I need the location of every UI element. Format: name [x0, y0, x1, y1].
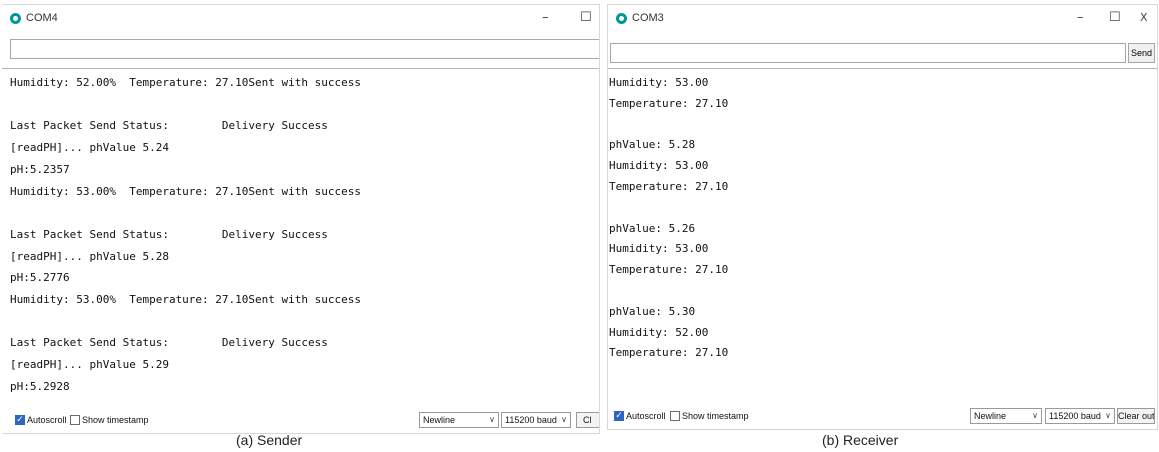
output-line: Humidity: 53.00 — [609, 242, 709, 256]
sender-line-ending-value: Newline — [423, 415, 456, 425]
output-line: phValue: 5.28 — [609, 138, 696, 152]
receiver-output-area: Humidity: 53.00 Temperature: 27.10 phValue… — [608, 68, 1157, 404]
receiver-serial-monitor-window: COM3 – ☐ X Send Humidity: 53.00 Temperatu… — [607, 4, 1158, 430]
minimize-icon[interactable]: – — [1077, 11, 1084, 25]
receiver-baud-select[interactable]: 115200 baud ∨ — [1045, 408, 1115, 424]
output-line: phValue: 5.30 — [609, 304, 696, 318]
receiver-autoscroll-checkbox[interactable]: ✓ — [614, 411, 624, 421]
sender-window-title: COM4 — [26, 12, 58, 24]
output-line: Temperature: 27.10 — [609, 263, 729, 277]
chevron-down-icon: ∨ — [489, 415, 495, 424]
output-line: Humidity: 53.00 — [609, 76, 709, 89]
maximize-icon[interactable]: ☐ — [1109, 11, 1121, 25]
sender-bottom-bar: ✓ Autoscroll Show timestamp Newline ∨ 11… — [2, 406, 599, 432]
output-line: Temperature: 27.10 — [609, 180, 729, 193]
output-line: Humidity: 52.00 — [609, 325, 709, 339]
output-line: pH:5.2357 — [10, 162, 70, 176]
receiver-line-ending-select[interactable]: Newline ∨ — [970, 408, 1042, 424]
output-line: [readPH]... phValue 5.28 — [10, 249, 169, 263]
sender-autoscroll-label: Autoscroll — [27, 415, 67, 425]
chevron-down-icon: ∨ — [561, 415, 567, 424]
output-line: Temperature: 27.10 — [609, 346, 729, 360]
output-line: Humidity: 53.00 — [609, 159, 709, 173]
receiver-clear-output-button[interactable]: Clear output — [1117, 408, 1155, 424]
minimize-icon[interactable]: – — [542, 11, 549, 25]
output-line: pH:5.2776 — [10, 271, 70, 285]
output-line: [readPH]... phValue 5.24 — [10, 141, 169, 155]
sender-baud-value: 115200 baud — [505, 415, 557, 425]
output-line: pH:5.2928 — [10, 379, 70, 393]
arduino-logo-icon — [616, 13, 627, 24]
output-line: phValue: 5.26 — [609, 221, 696, 235]
receiver-caption: (b) Receiver — [822, 432, 899, 448]
maximize-icon[interactable]: ☐ — [580, 11, 592, 25]
arduino-logo-icon — [10, 13, 21, 24]
receiver-send-input[interactable] — [610, 43, 1126, 63]
sender-timestamp-label: Show timestamp — [82, 415, 149, 425]
output-line: Last Packet Send Status: Delivery Succes… — [10, 119, 328, 133]
sender-send-input[interactable] — [10, 39, 599, 59]
receiver-send-button[interactable]: Send — [1128, 43, 1155, 63]
output-line: Humidity: 52.00% Temperature: 27.10Sent … — [10, 76, 361, 89]
output-line: Temperature: 27.10 — [609, 96, 729, 110]
close-icon[interactable]: X — [1140, 11, 1148, 25]
sender-baud-select[interactable]: 115200 baud ∨ — [501, 412, 571, 428]
sender-autoscroll-checkbox[interactable]: ✓ — [15, 415, 25, 425]
output-line: Last Packet Send Status: Delivery Succes… — [10, 336, 328, 350]
receiver-bottom-bar: ✓ Autoscroll Show timestamp Newline ∨ 11… — [608, 403, 1157, 429]
receiver-title-bar: COM3 – ☐ X — [608, 5, 1157, 33]
sender-title-bar: COM4 – ☐ — [2, 5, 599, 33]
sender-serial-monitor-window: COM4 – ☐ Humidity: 52.00% Temperature: 2… — [2, 4, 600, 434]
sender-line-ending-select[interactable]: Newline ∨ — [419, 412, 499, 428]
output-line: Humidity: 53.00% Temperature: 27.10Sent … — [10, 293, 361, 306]
receiver-timestamp-label: Show timestamp — [682, 411, 749, 421]
output-line: Humidity: 53.00% Temperature: 27.10Sent … — [10, 184, 361, 198]
sender-output-area: Humidity: 52.00% Temperature: 27.10Sent … — [2, 68, 599, 407]
sender-caption: (a) Sender — [236, 432, 303, 448]
sender-clear-output-button[interactable]: Cl — [576, 412, 599, 428]
receiver-timestamp-checkbox[interactable] — [670, 411, 680, 421]
receiver-autoscroll-label: Autoscroll — [626, 411, 666, 421]
sender-timestamp-checkbox[interactable] — [70, 415, 80, 425]
chevron-down-icon: ∨ — [1105, 411, 1111, 420]
output-line: [readPH]... phValue 5.29 — [10, 358, 169, 372]
receiver-baud-value: 115200 baud — [1049, 411, 1101, 421]
receiver-window-title: COM3 — [632, 12, 664, 24]
receiver-line-ending-value: Newline — [974, 411, 1007, 421]
output-line: Last Packet Send Status: Delivery Succes… — [10, 227, 328, 241]
chevron-down-icon: ∨ — [1032, 411, 1038, 420]
